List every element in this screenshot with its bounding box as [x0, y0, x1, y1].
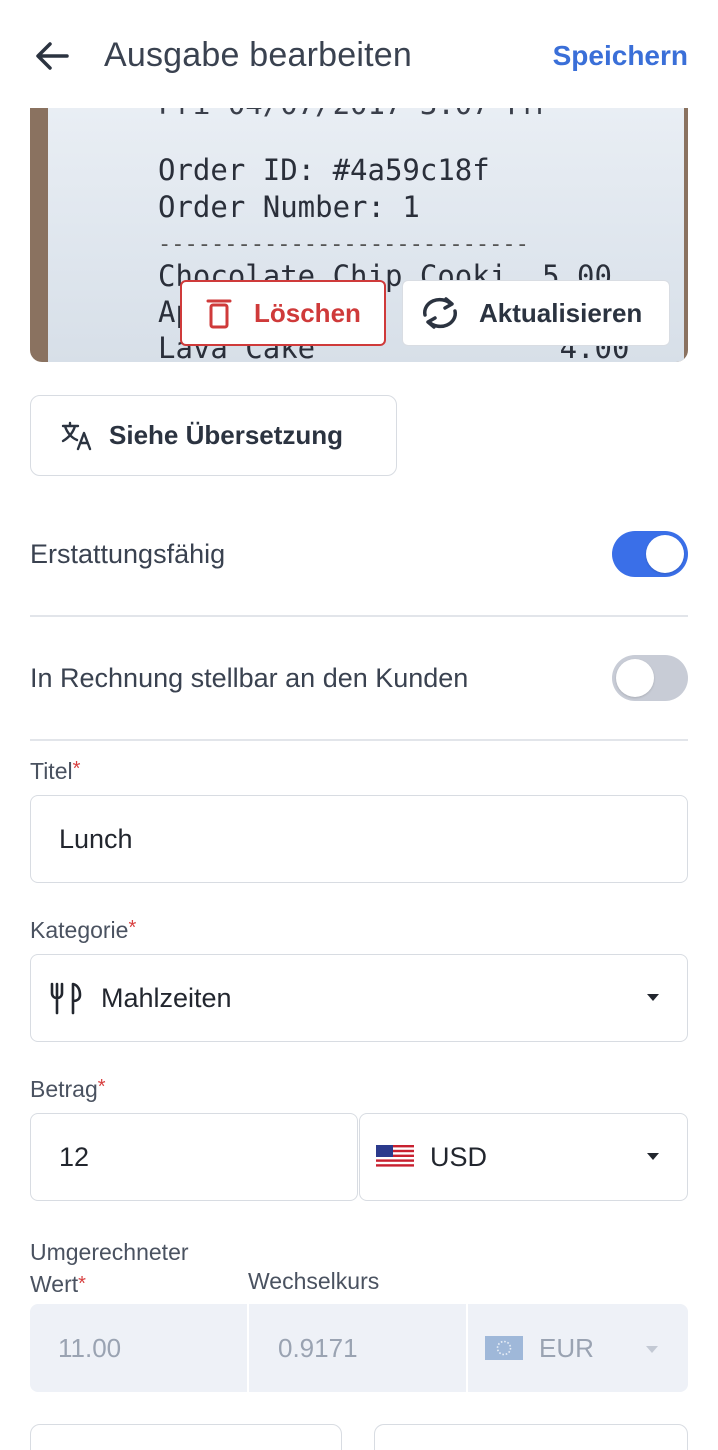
receipt-image[interactable]: Fri 04/07/2017 3:07 PM Order ID: #4a59c1…	[30, 108, 688, 362]
translate-icon	[61, 421, 92, 450]
target-currency-select: EUR	[485, 1304, 594, 1392]
required-mark: *	[97, 1076, 106, 1098]
fork-knife-icon	[50, 982, 82, 1015]
toggle-knob	[646, 535, 684, 573]
exchange-rate-value: 0.9171	[278, 1332, 358, 1363]
update-label: Aktualisieren	[479, 297, 643, 328]
title-value: Lunch	[59, 823, 133, 854]
required-mark: *	[72, 758, 81, 780]
reimbursable-toggle[interactable]	[612, 531, 688, 577]
trash-icon	[206, 299, 232, 329]
receipt-line: Order Number: 1	[158, 190, 420, 224]
category-value: Mahlzeiten	[101, 982, 232, 1013]
arrow-left-icon	[36, 42, 69, 70]
update-receipt-button[interactable]: Aktualisieren	[402, 280, 670, 346]
currency-value: USD	[430, 1141, 488, 1172]
delete-receipt-button[interactable]: Löschen	[180, 280, 386, 346]
category-label: Kategorie*	[30, 917, 136, 944]
title-label-text: Titel	[30, 758, 73, 784]
save-button[interactable]: Speichern	[553, 40, 688, 72]
back-button[interactable]	[30, 34, 74, 78]
divider	[466, 1304, 468, 1392]
next-field-right[interactable]	[374, 1424, 688, 1450]
converted-label-line1: Umgerechneter	[30, 1239, 189, 1265]
billable-row: In Rechnung stellbar an den Kunden	[30, 616, 688, 740]
converted-value: 11.00	[58, 1332, 122, 1363]
top-app-bar: Ausgabe bearbeiten Speichern	[0, 0, 718, 108]
billable-label: In Rechnung stellbar an den Kunden	[30, 662, 469, 693]
us-flag-icon	[376, 1145, 414, 1169]
see-translation-label: Siehe Übersetzung	[109, 420, 344, 450]
refresh-icon	[422, 297, 458, 329]
category-select[interactable]: Mahlzeiten	[30, 954, 688, 1042]
caret-down-icon	[647, 994, 659, 1001]
reimbursable-label: Erstattungsfähig	[30, 538, 226, 569]
amount-label: Betrag*	[30, 1076, 106, 1103]
title-field[interactable]: Lunch	[30, 795, 688, 883]
converted-value-label: Umgerechneter Wert*	[30, 1236, 189, 1300]
converted-label-line2: Wert	[30, 1271, 79, 1297]
title-label: Titel*	[30, 758, 80, 785]
receipt-line: Fri 04/07/2017 3:07 PM	[158, 108, 542, 123]
next-field-left[interactable]	[30, 1424, 342, 1450]
amount-field[interactable]: 12	[30, 1113, 358, 1201]
caret-down-icon	[646, 1346, 658, 1353]
currency-select[interactable]: USD	[359, 1113, 688, 1201]
divider	[30, 739, 688, 741]
caret-down-icon	[647, 1153, 659, 1160]
target-currency-value: EUR	[539, 1332, 594, 1363]
page-title: Ausgabe bearbeiten	[104, 36, 412, 74]
converted-value-field: 11.00	[58, 1304, 121, 1392]
converted-label-line2-wrap: Wert*	[30, 1268, 189, 1300]
delete-label: Löschen	[254, 297, 361, 328]
exchange-rate-field: 0.9171	[278, 1304, 358, 1392]
billable-toggle[interactable]	[612, 655, 688, 701]
divider	[247, 1304, 249, 1392]
toggle-knob	[616, 659, 654, 697]
converted-row: 11.00 0.9171 EUR	[30, 1304, 688, 1392]
category-label-text: Kategorie	[30, 917, 129, 943]
receipt-line: Order ID: #4a59c18f	[158, 153, 490, 187]
amount-label-text: Betrag	[30, 1076, 98, 1102]
eu-flag-icon	[485, 1336, 523, 1360]
reimbursable-row: Erstattungsfähig	[30, 492, 688, 616]
exchange-rate-label: Wechselkurs	[248, 1268, 380, 1294]
see-translation-button[interactable]: Siehe Übersetzung	[30, 395, 397, 476]
amount-value: 12	[59, 1141, 90, 1172]
required-mark: *	[78, 1273, 86, 1295]
required-mark: *	[128, 917, 137, 939]
